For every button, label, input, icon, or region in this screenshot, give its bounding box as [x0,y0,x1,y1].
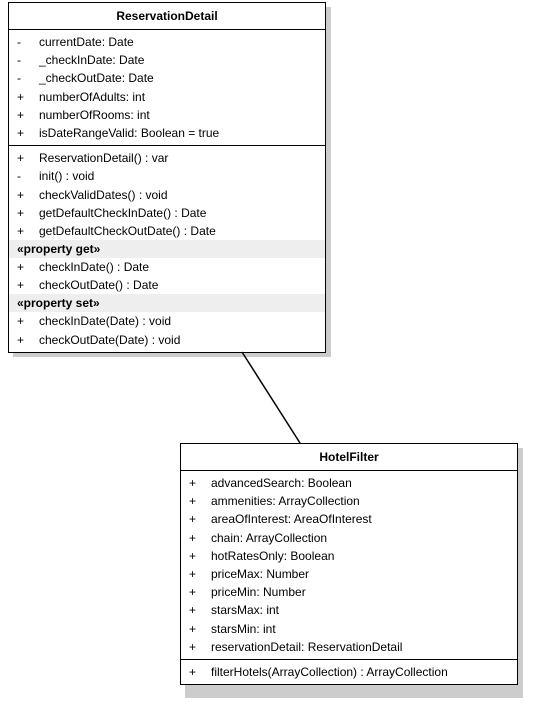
attr-text: starsMin: int [211,621,509,637]
attr-text: _checkOutDate: Date [39,70,317,86]
method-row: +ReservationDetail() : var [9,149,325,167]
method-text: filterHotels(ArrayCollection) : ArrayCol… [211,664,509,680]
method-vis: + [17,332,39,348]
attr-row: -_checkInDate: Date [9,51,325,69]
method-text: init() : void [39,168,317,184]
getter-row: +checkOutDate() : Date [9,276,325,294]
method-vis: + [17,205,39,221]
attr-text: starsMax: int [211,602,509,618]
method-text: ReservationDetail() : var [39,150,317,166]
attr-vis: - [17,70,39,86]
property-get-stereo: «property get» [9,240,325,258]
attr-text: _checkInDate: Date [39,52,317,68]
method-row: +getDefaultCheckInDate() : Date [9,204,325,222]
attr-vis: + [189,602,211,618]
attr-text: numberOfAdults: int [39,89,317,105]
class1-attributes: -currentDate: Date -_checkInDate: Date -… [9,30,325,146]
attr-vis: + [189,548,211,564]
attr-row: +numberOfRooms: int [9,106,325,124]
attr-vis: + [189,639,211,655]
class2-methods: +filterHotels(ArrayCollection) : ArrayCo… [181,660,517,684]
attr-row: +isDateRangeValid: Boolean = true [9,124,325,142]
attr-row: +starsMax: int [181,601,517,619]
attr-text: chain: ArrayCollection [211,530,509,546]
attr-row: -_checkOutDate: Date [9,69,325,87]
method-row: +filterHotels(ArrayCollection) : ArrayCo… [181,663,517,681]
attr-vis: + [189,621,211,637]
attr-vis: + [189,530,211,546]
class2-title: HotelFilter [181,444,517,471]
method-vis: + [17,187,39,203]
method-vis: + [17,277,39,293]
method-row: -init() : void [9,167,325,185]
attr-row: +ammenities: ArrayCollection [181,492,517,510]
method-vis: + [189,664,211,680]
method-vis: + [17,223,39,239]
method-text: checkValidDates() : void [39,187,317,203]
class-hotel-filter: HotelFilter +advancedSearch: Boolean +am… [180,443,518,685]
method-text: checkInDate() : Date [39,259,317,275]
attr-text: hotRatesOnly: Boolean [211,548,509,564]
attr-text: advancedSearch: Boolean [211,475,509,491]
method-vis: + [17,259,39,275]
setter-row: +checkInDate(Date) : void [9,312,325,330]
attr-text: ammenities: ArrayCollection [211,493,509,509]
method-text: checkInDate(Date) : void [39,313,317,329]
attr-vis: + [189,584,211,600]
attr-text: priceMin: Number [211,584,509,600]
class1-methods: +ReservationDetail() : var -init() : voi… [9,146,325,352]
attr-row: +hotRatesOnly: Boolean [181,547,517,565]
class1-title: ReservationDetail [9,3,325,30]
attr-row: -currentDate: Date [9,33,325,51]
attr-text: isDateRangeValid: Boolean = true [39,125,317,141]
setter-row: +checkOutDate(Date) : void [9,331,325,349]
attr-text: priceMax: Number [211,566,509,582]
method-vis: + [17,313,39,329]
attr-vis: + [189,511,211,527]
method-row: +checkValidDates() : void [9,186,325,204]
attr-vis: + [189,493,211,509]
method-text: checkOutDate() : Date [39,277,317,293]
attr-row: +numberOfAdults: int [9,88,325,106]
attr-vis: + [189,566,211,582]
attr-row: +chain: ArrayCollection [181,529,517,547]
attr-vis: + [189,475,211,491]
attr-row: +starsMin: int [181,620,517,638]
attr-row: +priceMax: Number [181,565,517,583]
attr-vis: + [17,125,39,141]
method-vis: - [17,168,39,184]
class2-attributes: +advancedSearch: Boolean +ammenities: Ar… [181,471,517,660]
method-text: getDefaultCheckInDate() : Date [39,205,317,221]
method-vis: + [17,150,39,166]
attr-text: numberOfRooms: int [39,107,317,123]
attr-vis: + [17,89,39,105]
attr-row: +priceMin: Number [181,583,517,601]
attr-text: currentDate: Date [39,34,317,50]
attr-vis: - [17,52,39,68]
method-text: checkOutDate(Date) : void [39,332,317,348]
method-row: +getDefaultCheckOutDate() : Date [9,222,325,240]
attr-row: +reservationDetail: ReservationDetail [181,638,517,656]
attr-row: +areaOfInterest: AreaOfInterest [181,510,517,528]
attr-text: reservationDetail: ReservationDetail [211,639,509,655]
method-text: getDefaultCheckOutDate() : Date [39,223,317,239]
class-reservation-detail: ReservationDetail -currentDate: Date -_c… [8,2,326,353]
property-set-stereo: «property set» [9,294,325,312]
attr-vis: - [17,34,39,50]
attr-row: +advancedSearch: Boolean [181,474,517,492]
attr-vis: + [17,107,39,123]
attr-text: areaOfInterest: AreaOfInterest [211,511,509,527]
getter-row: +checkInDate() : Date [9,258,325,276]
